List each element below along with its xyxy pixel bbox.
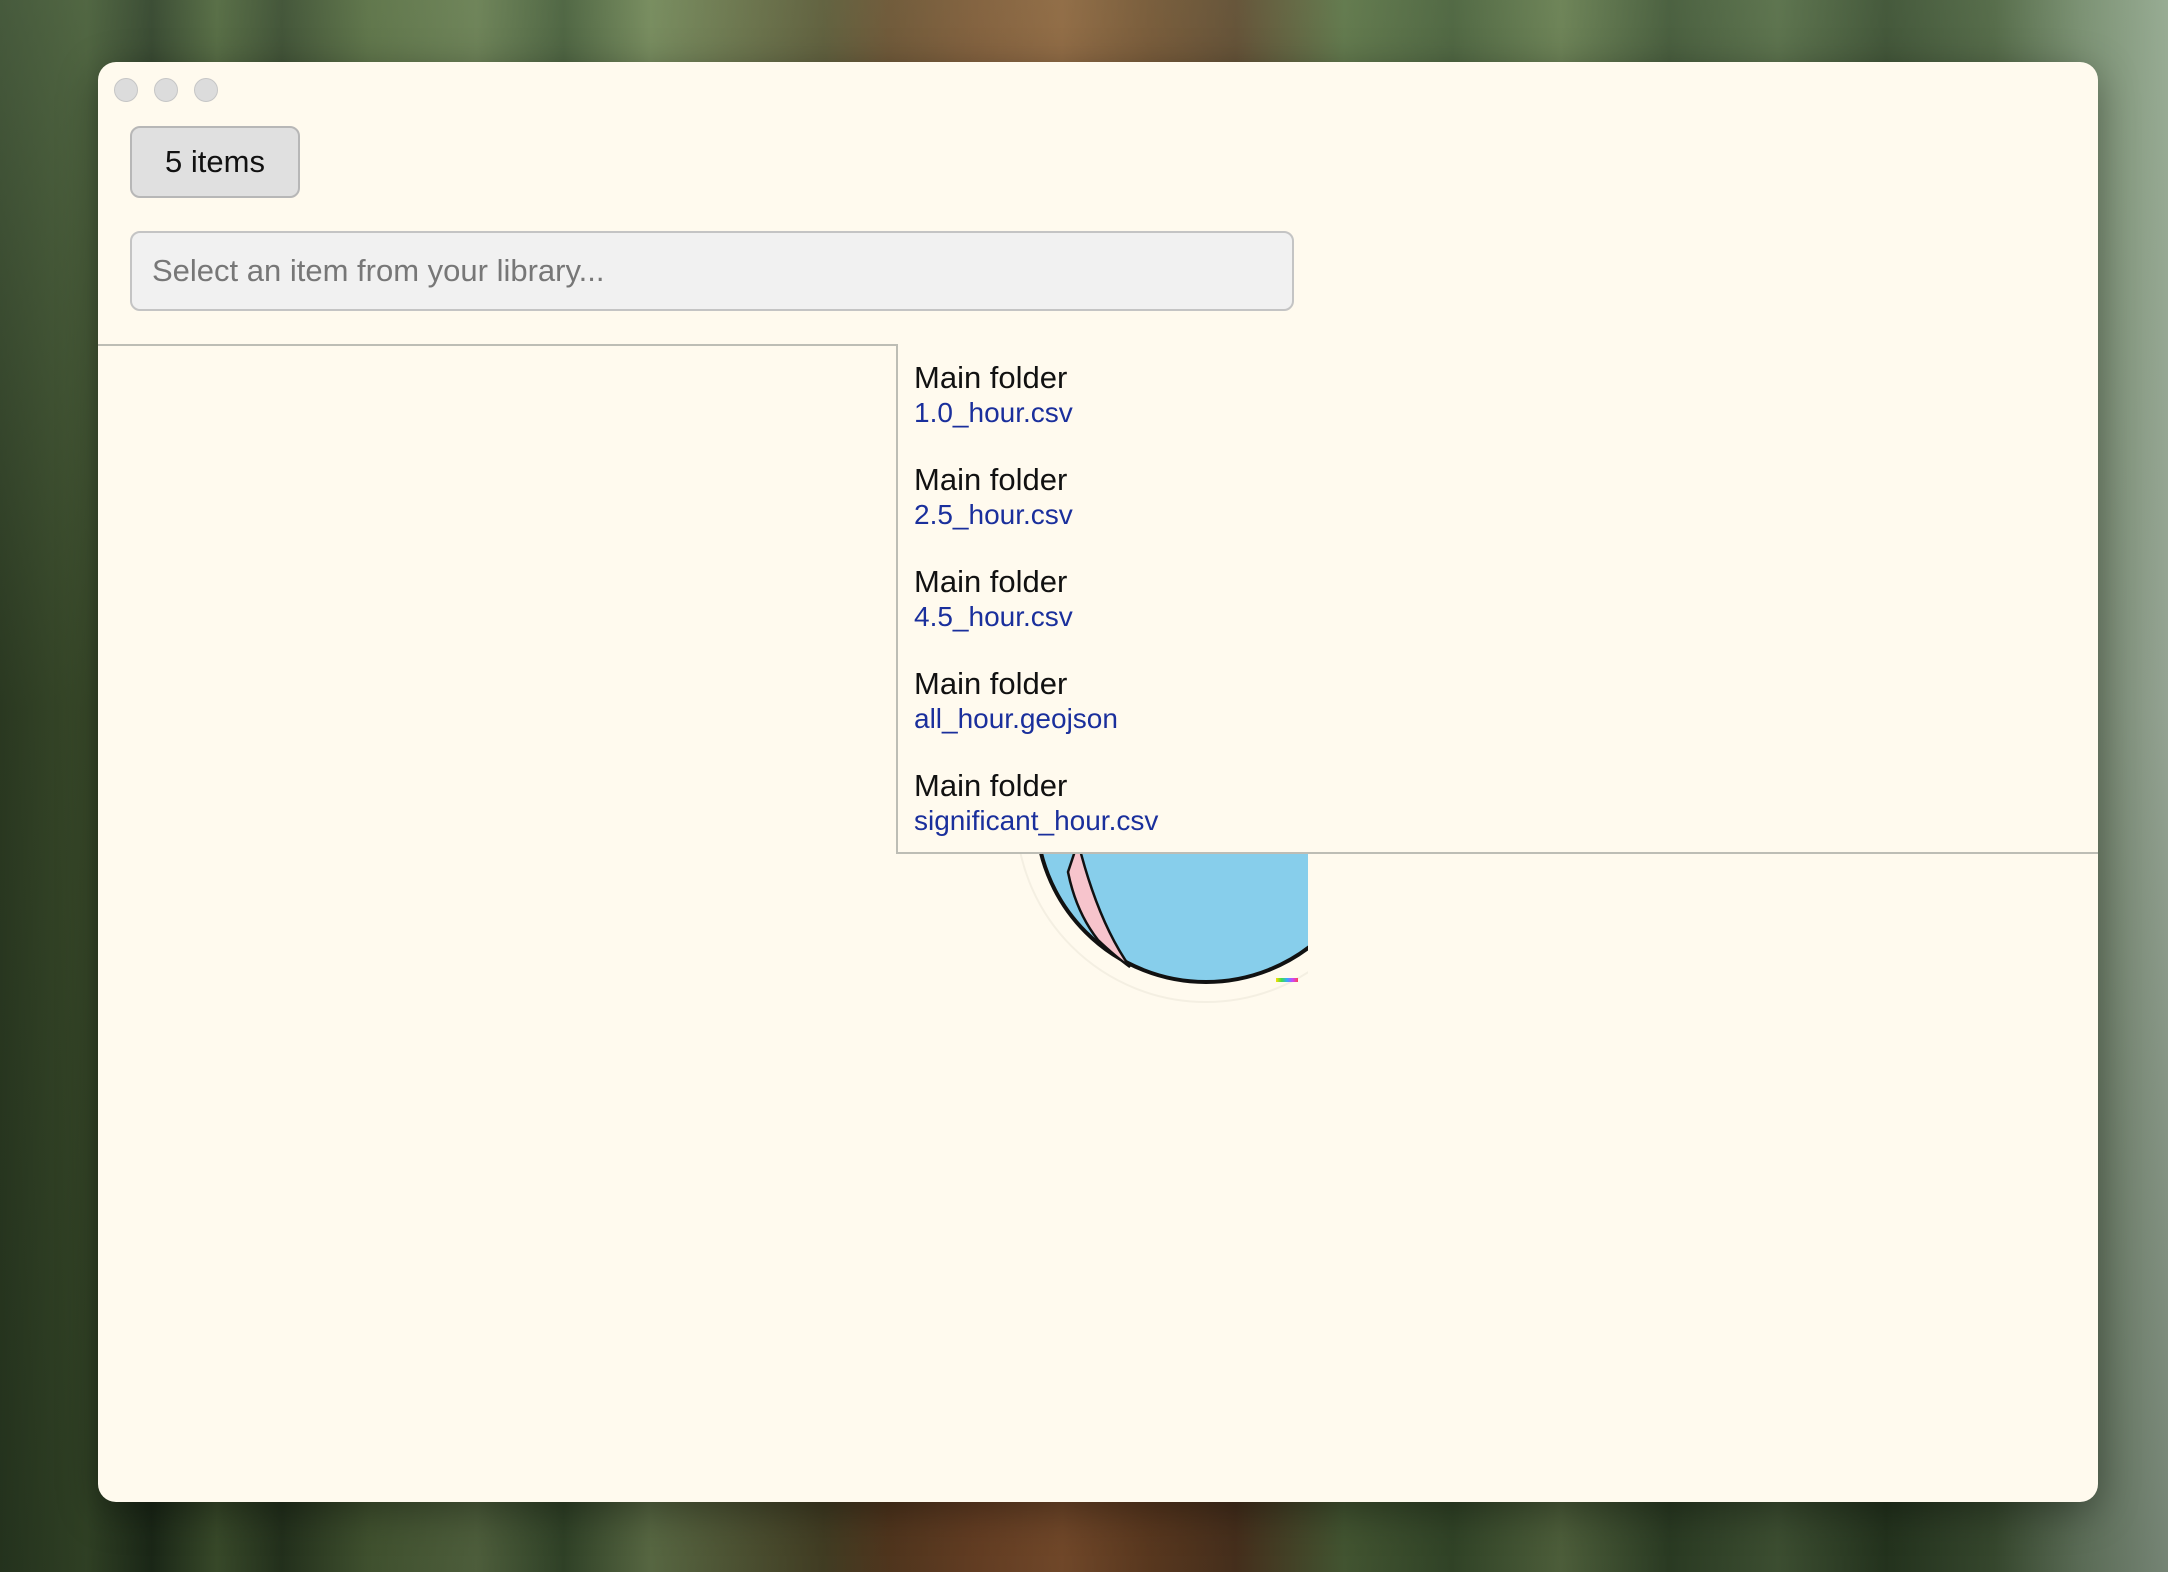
maximize-window-button[interactable] [194,78,218,102]
app-window: 5 items Main folder 1.0_hour.csv Main fo… [98,62,2098,1502]
window-controls [114,78,218,102]
result-folder-label: Main folder [914,564,1068,599]
close-window-button[interactable] [114,78,138,102]
result-file-name[interactable]: 4.5_hour.csv [914,600,2098,634]
result-folder-label: Main folder [914,462,1068,497]
color-scale-legend [1276,978,1298,982]
result-item-5[interactable]: Main folder significant_hour.csv [898,768,2098,870]
result-file-name[interactable]: 2.5_hour.csv [914,498,2098,532]
result-item-1[interactable]: Main folder 1.0_hour.csv [898,360,2098,462]
result-file-name[interactable]: 1.0_hour.csv [914,396,2098,430]
result-item-3[interactable]: Main folder 4.5_hour.csv [898,564,2098,666]
result-folder-label: Main folder [914,360,1068,395]
result-folder-label: Main folder [914,666,1068,701]
result-file-name[interactable]: significant_hour.csv [914,804,2098,838]
result-folder-label: Main folder [914,768,1068,803]
divider [98,344,897,346]
items-count-button[interactable]: 5 items [130,126,300,198]
result-file-name[interactable]: all_hour.geojson [914,702,2098,736]
result-item-2[interactable]: Main folder 2.5_hour.csv [898,462,2098,564]
library-search-input[interactable] [130,231,1294,311]
result-item-4[interactable]: Main folder all_hour.geojson [898,666,2098,768]
minimize-window-button[interactable] [154,78,178,102]
search-results-dropdown: Main folder 1.0_hour.csv Main folder 2.5… [896,344,2098,854]
